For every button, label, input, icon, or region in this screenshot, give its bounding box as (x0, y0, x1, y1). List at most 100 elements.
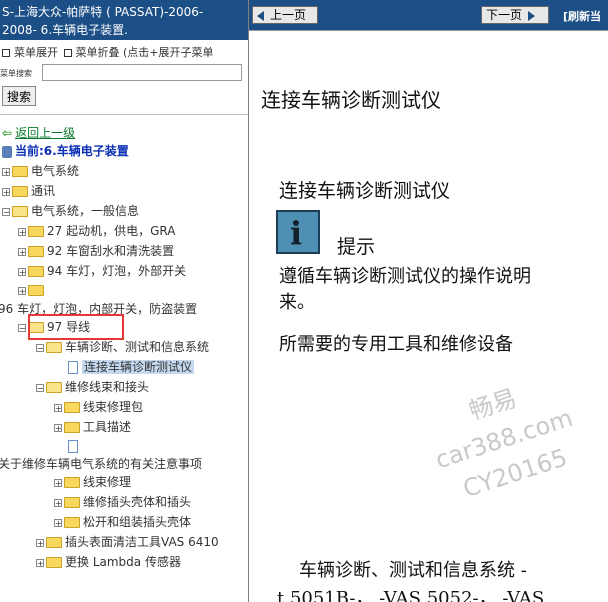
expand-icon[interactable]: + (18, 227, 26, 236)
folder-icon (64, 517, 80, 528)
manual-title-line2: 2008- 6.车辆电子装置. (2, 23, 128, 37)
divider (0, 114, 248, 115)
menu-expand-link[interactable]: 菜单展开 (14, 46, 58, 59)
watermark: 畅易 car388.com CY20165 (387, 355, 608, 523)
tree-item-harness[interactable]: − 维修线束和接头 (36, 378, 149, 396)
expand-square-icon (2, 49, 10, 57)
tree-label: 关于维修车辆电气系统的有关注意事项 (0, 457, 203, 471)
info-icon-letter: i (290, 214, 303, 252)
tree-label: 线束修理包 (83, 400, 144, 414)
collapse-square-icon (63, 49, 72, 57)
search-input[interactable] (42, 64, 242, 81)
expand-icon[interactable]: + (2, 167, 10, 176)
folder-icon (64, 477, 80, 488)
expand-icon[interactable]: + (54, 403, 62, 412)
tree-label: 维修线束和接头 (65, 380, 150, 394)
folder-icon (12, 186, 28, 197)
tree-item-lambda[interactable]: + 更换 Lambda 传感器 (36, 553, 181, 571)
section-heading: 连接车辆诊断测试仪 (279, 180, 451, 202)
body-line: 遵循车辆诊断测试仪的操作说明 (279, 266, 531, 287)
document-icon (68, 440, 78, 453)
tree-label: 线束修理 (83, 475, 132, 489)
folder-icon (28, 285, 44, 296)
collapse-icon[interactable]: − (2, 207, 10, 216)
tree-label: 工具描述 (83, 420, 132, 434)
refresh-link[interactable]: [刷新当 (563, 8, 601, 24)
tree-item-94[interactable]: +94 车灯，灯泡，外部开关 (18, 262, 186, 280)
folder-icon (28, 266, 44, 277)
back-link-row[interactable]: ⇦ 返回上一级 (2, 124, 75, 142)
tree-item-diag[interactable]: − 车辆诊断、测试和信息系统 (36, 338, 209, 356)
body-line: 所需要的专用工具和维修设备 (279, 334, 513, 355)
folder-icon (28, 246, 44, 257)
folder-icon (64, 402, 80, 413)
next-page-button[interactable]: 下一页 (481, 6, 549, 24)
collapse-icon[interactable]: − (36, 343, 44, 352)
navigation-pane: S-上海大众-帕萨特 ( PASSAT)-2006- 2008- 6.车辆电子装… (0, 0, 249, 602)
folder-icon (46, 557, 62, 568)
expand-icon[interactable]: + (18, 286, 26, 295)
tree-label: 27 起动机，供电，GRA (47, 224, 176, 238)
tree-item-27[interactable]: +27 起动机，供电，GRA (18, 222, 175, 240)
tree-item-electrical-general[interactable]: − 电气系统，一般信息 (2, 202, 139, 220)
tree-label: 电气系统 (31, 164, 80, 178)
menu-collapse-link[interactable]: 菜单折叠 (点击+展开子菜单 (76, 46, 214, 59)
tree-label: 92 车窗刮水和清洗装置 (47, 244, 175, 258)
expand-icon[interactable]: + (2, 187, 10, 196)
tree-label-selected: 连接车辆诊断测试仪 (82, 360, 195, 374)
page-nav-bar: 上一页 下一页 [刷新当 (249, 0, 608, 30)
expand-icon[interactable]: + (18, 267, 26, 276)
next-page-label: 下一页 (486, 8, 523, 22)
body-line: 车辆诊断、测试和信息系统 - (299, 560, 527, 581)
folder-icon (28, 226, 44, 237)
tree-item-notes[interactable]: 关于维修车辆电气系统的有关注意事项 (0, 455, 202, 473)
expand-icon[interactable]: + (36, 558, 44, 567)
tree-label: 通讯 (31, 184, 56, 198)
expand-icon[interactable]: + (54, 518, 62, 527)
collapse-icon[interactable]: − (36, 383, 44, 392)
tree-label: 插头表面清洁工具VAS 6410 (65, 535, 219, 549)
tree-item-wire-repair[interactable]: + 线束修理 (54, 473, 131, 491)
back-link[interactable]: 返回上一级 (15, 126, 75, 140)
tree-item-92[interactable]: +92 车窗刮水和清洗装置 (18, 242, 174, 260)
tree-item-connect-diag[interactable]: 连接车辆诊断测试仪 (68, 358, 195, 376)
body-line: t 5051B-， -VAS 5052-， -VAS (277, 588, 545, 602)
tree-item-cleaning-tool[interactable]: + 插头表面清洁工具VAS 6410 (36, 533, 219, 551)
expand-icon[interactable]: + (36, 538, 44, 547)
menu-controls: 菜单展开 菜单折叠 (点击+展开子菜单 (0, 44, 214, 62)
info-icon: i (276, 210, 320, 254)
folder-open-icon (46, 382, 62, 393)
search-button[interactable]: 搜索 (2, 86, 37, 106)
tree-item-plug-housing[interactable]: + 维修插头壳体和插头 (54, 493, 191, 511)
folder-icon (64, 422, 80, 433)
tree-label: 更换 Lambda 传感器 (65, 555, 181, 569)
tree-item-loosen-plug[interactable]: + 松开和组装插头壳体 (54, 513, 191, 531)
computer-icon (2, 145, 12, 158)
tree-item-96-toggle[interactable]: + (18, 281, 47, 299)
collapse-icon[interactable]: − (18, 323, 26, 332)
current-location: 当前:6.车辆电子装置 (2, 142, 129, 160)
folder-icon (46, 537, 62, 548)
folder-open-icon (46, 342, 62, 353)
tree-label: 车辆诊断、测试和信息系统 (65, 340, 210, 354)
expand-icon[interactable]: + (18, 247, 26, 256)
body-paragraph: 遵循车辆诊断测试仪的操作说明 来。 (279, 264, 531, 316)
tree-item-tool-desc[interactable]: + 工具描述 (54, 418, 131, 436)
tree-label: 松开和组装插头壳体 (83, 515, 192, 529)
tree-item-document[interactable] (68, 437, 82, 455)
body-line: 来。 (279, 292, 315, 313)
expand-icon[interactable]: + (54, 498, 62, 507)
tree-item-electrical-system[interactable]: + 电气系统 (2, 162, 79, 180)
prev-page-button[interactable]: 上一页 (252, 6, 318, 24)
tree-item-communication[interactable]: + 通讯 (2, 182, 55, 200)
tree-item-harness-kit[interactable]: + 线束修理包 (54, 398, 143, 416)
tree-label: 94 车灯，灯泡，外部开关 (47, 264, 187, 278)
expand-icon[interactable]: + (54, 423, 62, 432)
expand-icon[interactable]: + (54, 478, 62, 487)
search-label: 菜单搜索 (0, 69, 32, 78)
right-arrow-icon (528, 10, 536, 21)
tree-label: 电气系统，一般信息 (31, 204, 140, 218)
folder-open-icon (12, 206, 28, 217)
manual-title: S-上海大众-帕萨特 ( PASSAT)-2006- 2008- 6.车辆电子装… (0, 0, 248, 40)
tree-label: 维修插头壳体和插头 (83, 495, 192, 509)
